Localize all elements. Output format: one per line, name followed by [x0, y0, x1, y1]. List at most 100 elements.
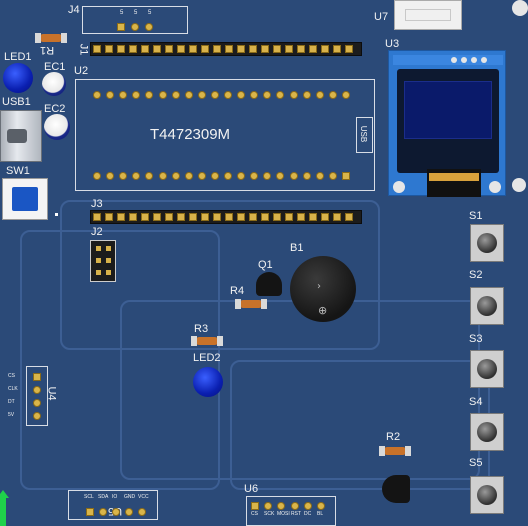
u5-pin-label: SDA [98, 494, 109, 500]
header-pin [333, 45, 341, 53]
u5-pad [86, 508, 94, 516]
header-pin [141, 213, 149, 221]
u7-label: U7 [374, 11, 389, 23]
u6-pad [317, 502, 325, 510]
u2-pad [93, 172, 101, 180]
j1-label: J1 [77, 43, 90, 56]
j4-pin-label: 5 [120, 10, 124, 16]
header-pin [213, 45, 221, 53]
u5-pad [99, 508, 107, 516]
u6-pin-label: MOSI [277, 511, 290, 517]
u4-pin-label: 5V [8, 412, 15, 418]
right-edge-holes [512, 0, 528, 16]
header-pin [237, 45, 245, 53]
u2-pad [224, 91, 232, 99]
j4-label: J4 [68, 4, 80, 16]
u5-pin-label: SCL [84, 494, 94, 500]
j2-header [90, 240, 116, 282]
header-pin [165, 45, 173, 53]
header-pin [285, 45, 293, 53]
s1-label: S1 [469, 210, 483, 222]
header-pin [225, 45, 233, 53]
header-pin [105, 45, 113, 53]
u2-pad [315, 172, 324, 180]
header-pin [309, 45, 317, 53]
u2-pad [184, 172, 193, 180]
u2-pad [171, 172, 180, 180]
header-pin [249, 45, 257, 53]
header-pin [153, 213, 161, 221]
pcb-board: J4 5 5 5 U7 J1 R1 LED1 EC1 U2 T4472309M … [0, 0, 528, 526]
header-pin [309, 213, 317, 221]
u2-pad [302, 91, 311, 99]
r1-resistor [35, 33, 67, 43]
u5-pad [125, 508, 133, 516]
header-pin [117, 45, 125, 53]
r1-label: R1 [40, 44, 55, 56]
j3-label: J3 [91, 198, 103, 210]
u2-pad [93, 91, 101, 99]
s2-button[interactable] [470, 287, 504, 325]
u5-pin-label: IO [112, 494, 118, 500]
ec2-capacitor [44, 114, 70, 140]
u2-pad [184, 91, 193, 99]
u6-pad [251, 502, 259, 510]
header-pin [273, 213, 281, 221]
b1-label: B1 [290, 242, 304, 254]
header-pin [201, 45, 209, 53]
q1-label: Q1 [258, 259, 273, 271]
u4-label: U4 [45, 386, 58, 401]
u2-pad [289, 172, 298, 180]
u2-pad [171, 91, 180, 99]
u4-pin-label: CLK [8, 386, 18, 392]
u2-pad [328, 172, 337, 180]
header-pin [189, 45, 197, 53]
led1-label: LED1 [4, 51, 32, 63]
u6-pin-label: SCK [264, 511, 275, 517]
u2-usb-text: USB [359, 125, 369, 143]
header-pin [333, 213, 341, 221]
r4-label: R4 [230, 285, 245, 297]
header-pin [225, 213, 233, 221]
header-pin [93, 213, 101, 221]
transistor-2 [382, 475, 410, 503]
b1-buzzer: › ⊕ [290, 256, 356, 322]
u4-pad [33, 399, 41, 407]
j4-pin-label: 5 [148, 10, 152, 16]
s4-label: S4 [469, 396, 483, 408]
s3-button[interactable] [470, 350, 504, 388]
u6-pad [264, 502, 272, 510]
u2-pad [197, 91, 206, 99]
sw1-switch[interactable] [2, 178, 48, 220]
u2-pad [328, 91, 337, 99]
led2 [193, 367, 223, 397]
s3-label: S3 [469, 333, 483, 345]
header-pin [321, 45, 329, 53]
u6-pin-label: DC [304, 511, 312, 517]
r3-resistor [191, 336, 223, 346]
u2-pad [197, 172, 206, 180]
u5-pad [138, 508, 146, 516]
header-pin [189, 213, 197, 221]
u2-pad [315, 91, 324, 99]
j2-label: J2 [91, 226, 103, 238]
header-pin [345, 213, 353, 221]
s1-button[interactable] [470, 224, 504, 262]
header-pin [285, 213, 293, 221]
s4-button[interactable] [470, 413, 504, 451]
header-pin [297, 213, 305, 221]
s5-button[interactable] [470, 476, 504, 514]
u5-pad [112, 508, 120, 516]
u2-pad [302, 172, 311, 180]
header-pin [177, 45, 185, 53]
r3-label: R3 [194, 323, 209, 335]
u4-pad [33, 412, 41, 420]
usb1-label: USB1 [2, 96, 31, 108]
header-pin [177, 213, 185, 221]
u2-pad [289, 91, 298, 99]
u5-pin-label: GND [124, 494, 136, 500]
header-pin [261, 45, 269, 53]
copper-trace [20, 230, 220, 490]
header-pin [213, 213, 221, 221]
j4-pad [131, 23, 139, 31]
